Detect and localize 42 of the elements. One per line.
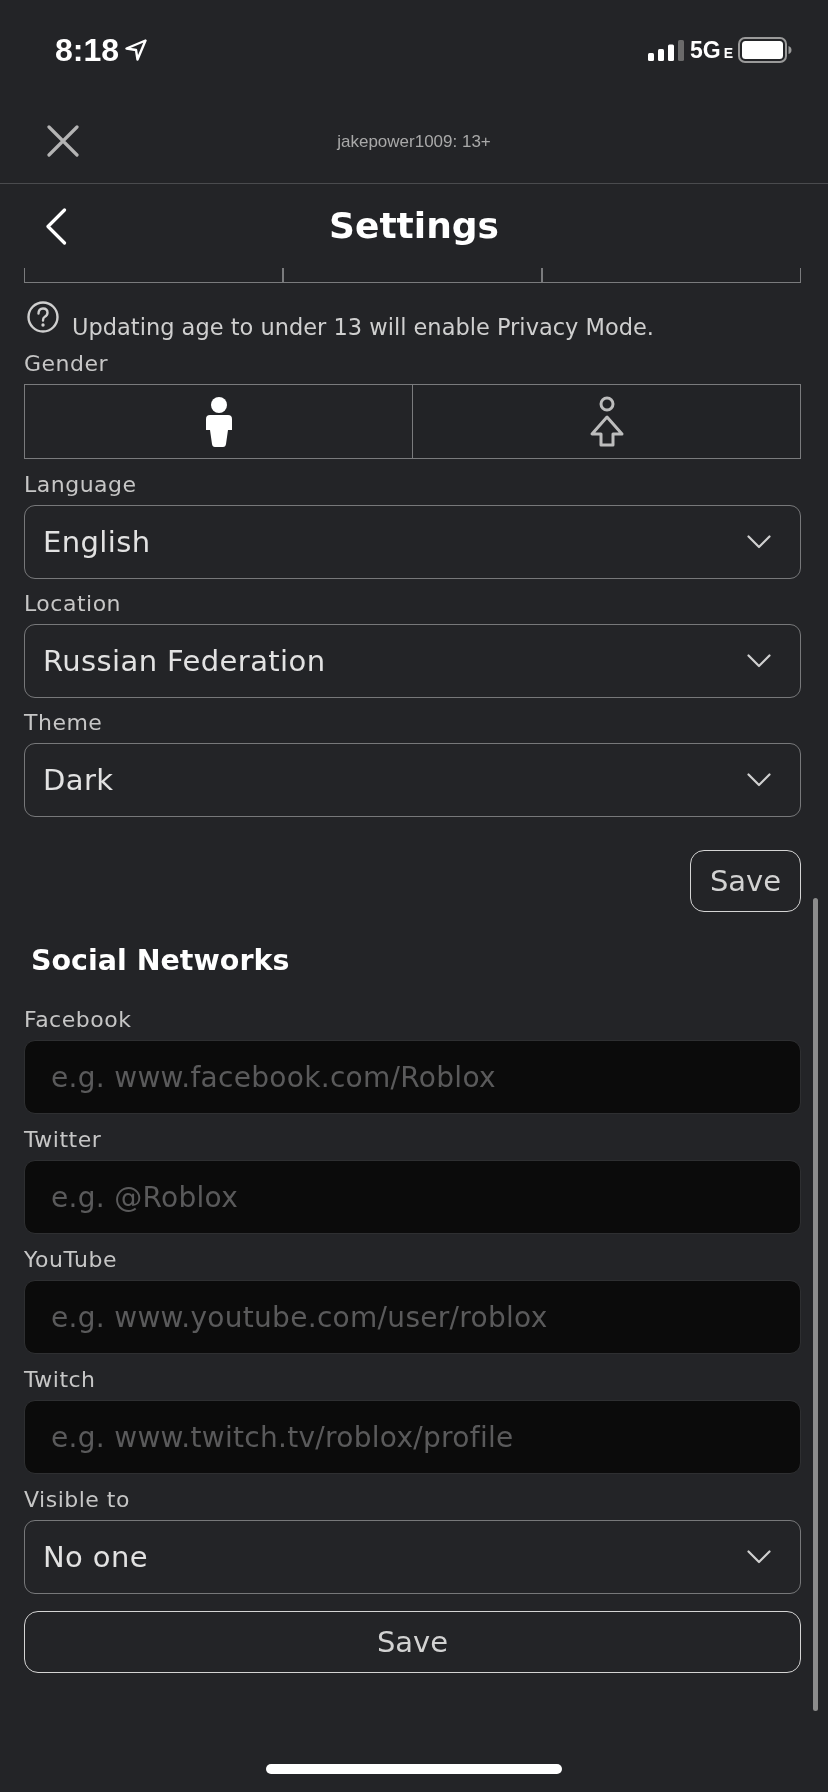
back-icon[interactable] [45, 207, 67, 245]
field-label: Language [24, 471, 138, 499]
chevron-down-icon [747, 1550, 771, 1564]
scrollbar[interactable] [813, 898, 818, 1711]
field-label: Theme [24, 709, 104, 737]
dropdown-field[interactable]: English [24, 505, 801, 579]
dropdown-field[interactable]: No one [24, 1520, 801, 1594]
field-label: YouTube [24, 1246, 118, 1274]
save-button[interactable]: Save [24, 1611, 801, 1673]
select-field[interactable] [283, 268, 542, 283]
field-label: Location [24, 590, 123, 618]
navigation-arrow-icon [125, 39, 148, 61]
field-label: Twitter [24, 1126, 103, 1154]
battery-icon [738, 37, 792, 63]
section-heading: Social Networks [31, 943, 291, 979]
select-field[interactable] [542, 268, 801, 283]
close-icon[interactable] [47, 125, 79, 157]
field-label: Visible to [24, 1486, 131, 1514]
field-label: Twitch [24, 1366, 97, 1394]
chevron-down-icon [747, 535, 771, 549]
dropdown-field[interactable]: Russian Federation [24, 624, 801, 698]
privacy-note: Updating age to under 13 will enable Privacy Mode. [72, 313, 655, 341]
field-label: Gender [24, 350, 110, 378]
dropdown-field[interactable]: Dark [24, 743, 801, 817]
signal-bars-icon [647, 39, 684, 61]
gender-option[interactable] [24, 384, 413, 459]
account-name: jakepower1009: 13+ [337, 131, 491, 152]
select-field[interactable] [24, 268, 283, 283]
person-icon [203, 394, 234, 449]
text-field[interactable]: e.g. www.twitch.tv/roblox/profile [24, 1400, 801, 1474]
save-button[interactable]: Save [690, 850, 801, 912]
status-time: 8:18 [55, 34, 120, 66]
network-suffix: E [723, 46, 733, 60]
page-title: Settings [329, 204, 499, 248]
chevron-down-icon [747, 773, 771, 787]
text-field[interactable]: e.g. @Roblox [24, 1160, 801, 1234]
text-field[interactable]: e.g. www.facebook.com/Roblox [24, 1040, 801, 1114]
text-field[interactable]: e.g. www.youtube.com/user/roblox [24, 1280, 801, 1354]
network-type: 5G [689, 38, 721, 62]
help-icon[interactable] [27, 301, 59, 333]
field-label: Facebook [24, 1006, 133, 1034]
chevron-down-icon [747, 654, 771, 668]
